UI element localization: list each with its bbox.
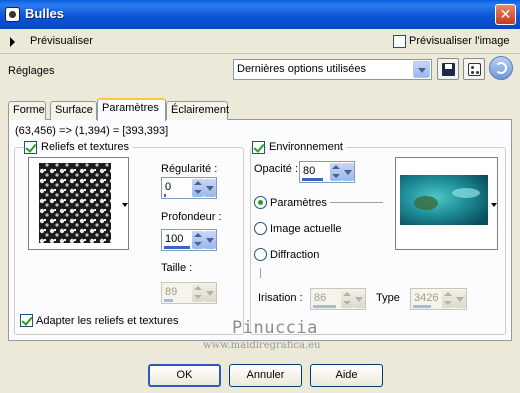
regularite-label: Régularité : xyxy=(161,163,218,175)
opacite-dropdown-icon[interactable] xyxy=(342,163,354,181)
radio-diffraction-label[interactable]: Diffraction xyxy=(270,249,319,261)
coordinates-readout: (63,456) => (1,394) = [393,393] xyxy=(15,125,169,137)
preview-image-checkbox[interactable] xyxy=(393,35,406,48)
reliefs-checkbox[interactable] xyxy=(24,141,37,154)
cancel-button[interactable]: Annuler xyxy=(229,364,302,387)
app-icon xyxy=(5,7,20,22)
texture-preview xyxy=(39,163,111,243)
irisation-label: Irisation : xyxy=(258,292,303,304)
opacite-value: 80 xyxy=(303,165,316,177)
profondeur-dropdown-icon[interactable] xyxy=(204,231,216,249)
type-label: Type xyxy=(376,292,400,304)
reset-button[interactable] xyxy=(489,56,513,80)
taille-level-bar xyxy=(164,299,173,302)
profondeur-spinbox[interactable]: 100 xyxy=(161,229,217,251)
radio-divider xyxy=(330,202,383,203)
preview-image-label[interactable]: Prévisualiser l'image xyxy=(409,35,510,47)
chevron-down-icon[interactable] xyxy=(413,61,430,78)
tab-forme[interactable]: Forme xyxy=(8,101,46,120)
preset-select-value: Dernières options utilisées xyxy=(237,63,367,75)
taille-spinbox: 89 xyxy=(161,282,217,304)
close-button[interactable]: ✕ xyxy=(495,4,516,25)
radio-parametres-label[interactable]: Paramètres xyxy=(270,197,327,209)
diffraction-tick xyxy=(260,268,261,278)
watermark-url: www.maidiregrafica.eu xyxy=(203,340,321,351)
irisation-value: 86 xyxy=(314,292,327,304)
irisation-dropdown-icon xyxy=(353,290,365,308)
window-title: Bulles xyxy=(25,6,65,21)
adapt-reliefs-checkbox[interactable] xyxy=(20,314,33,327)
tab-eclairement[interactable]: Éclairement xyxy=(166,101,229,120)
regularite-dropdown-icon[interactable] xyxy=(204,179,216,197)
floppy-disk-icon xyxy=(442,63,455,76)
profondeur-level-bar xyxy=(164,246,190,249)
regularite-spinbox[interactable]: 0 xyxy=(161,177,217,199)
settings-label: Réglages xyxy=(8,65,55,77)
opacite-level-bar xyxy=(302,178,323,181)
type-value: 3426 xyxy=(414,292,439,304)
profondeur-stepper-icon[interactable] xyxy=(192,231,204,249)
expand-arrow-icon[interactable] xyxy=(10,37,15,47)
irisation-spinbox: 86 xyxy=(310,288,366,310)
texture-dropdown-icon[interactable] xyxy=(122,203,128,207)
randomize-button[interactable] xyxy=(463,58,485,80)
tab-parametres[interactable]: Paramètres xyxy=(97,98,166,121)
type-spinbox: 3426 xyxy=(410,288,467,310)
irisation-stepper-icon xyxy=(341,290,353,308)
tab-surface[interactable]: Surface xyxy=(50,101,97,120)
title-bar[interactable]: Bulles ✕ xyxy=(0,0,520,29)
ok-button[interactable]: OK xyxy=(148,364,221,387)
radio-diffraction[interactable] xyxy=(254,248,267,261)
radio-image-actuelle-label[interactable]: Image actuelle xyxy=(270,223,342,235)
environment-legend[interactable]: Environnement xyxy=(266,141,346,153)
preview-label[interactable]: Prévisualiser xyxy=(30,35,93,47)
taille-value: 89 xyxy=(165,286,178,298)
irisation-level-bar xyxy=(313,305,336,308)
taille-label: Taille : xyxy=(161,262,193,274)
texture-swatch[interactable] xyxy=(28,157,129,250)
preset-select[interactable]: Dernières options utilisées xyxy=(233,59,432,80)
taille-dropdown-icon xyxy=(204,284,216,302)
type-stepper-icon xyxy=(442,290,454,308)
profondeur-label: Profondeur : xyxy=(161,211,222,223)
type-level-bar xyxy=(413,305,431,308)
type-dropdown-icon xyxy=(454,290,466,308)
environment-dropdown-icon[interactable] xyxy=(491,203,497,207)
environment-image-preview xyxy=(400,175,488,225)
regularite-level-bar xyxy=(164,194,166,197)
opacite-label: Opacité : xyxy=(254,163,299,175)
radio-parametres[interactable] xyxy=(254,196,267,209)
bulles-dialog: Bulles ✕ Prévisualiser Prévisualiser l'i… xyxy=(0,0,520,393)
regularite-value: 0 xyxy=(165,181,172,193)
regularite-stepper-icon[interactable] xyxy=(192,179,204,197)
taille-stepper-icon xyxy=(192,284,204,302)
reliefs-legend[interactable]: Reliefs et textures xyxy=(38,141,133,153)
save-preset-button[interactable] xyxy=(437,58,459,80)
watermark-name: Pinuccia xyxy=(232,318,318,338)
opacite-spinbox[interactable]: 80 xyxy=(299,161,355,183)
environment-image-swatch[interactable] xyxy=(395,157,498,250)
dice-icon xyxy=(468,63,481,76)
profondeur-value: 100 xyxy=(165,233,184,245)
reset-icon xyxy=(495,62,507,74)
opacite-stepper-icon[interactable] xyxy=(330,163,342,181)
adapt-reliefs-label[interactable]: Adapter les reliefs et textures xyxy=(36,315,178,327)
radio-image-actuelle[interactable] xyxy=(254,222,267,235)
help-button[interactable]: Aide xyxy=(310,364,383,387)
environment-checkbox[interactable] xyxy=(252,141,265,154)
